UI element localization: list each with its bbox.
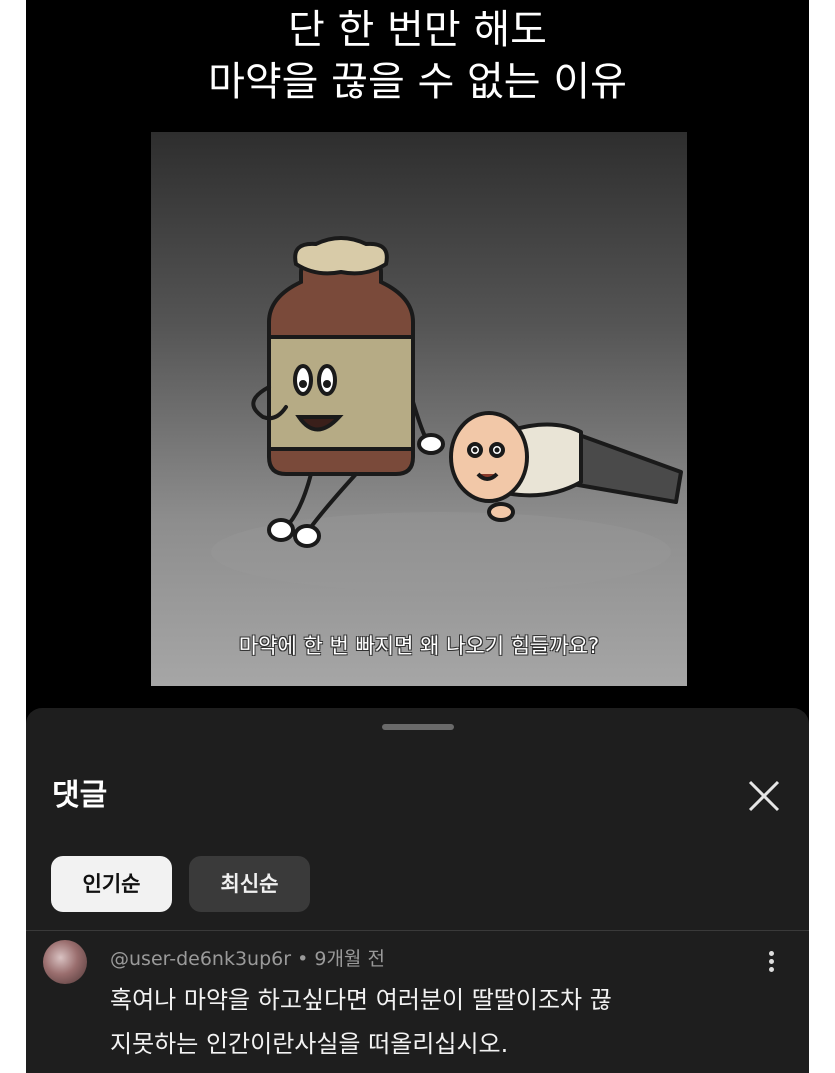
- divider: [26, 930, 809, 931]
- comment-username[interactable]: @user-de6nk3up6r: [110, 948, 291, 970]
- bottle-label: [267, 335, 415, 451]
- video-title: 단 한 번만 해도 마약을 끊을 수 없는 이유: [26, 4, 809, 108]
- shoe-right: [293, 524, 321, 548]
- shoe-left: [267, 518, 295, 542]
- bottle-cap: [293, 236, 389, 276]
- bottle-character: [251, 236, 445, 548]
- comments-sheet: 댓글 인기순 최신순 @user-de6nk3up6r • 9개월 전 혹여나 …: [26, 708, 809, 1073]
- man-hand: [487, 502, 515, 522]
- more-dot-icon: [768, 951, 774, 956]
- comment-line-2: 지못하는 인간이란사실을 떠올리십시오.: [110, 1030, 509, 1058]
- man-mouth: [476, 472, 499, 481]
- crawling-man: [449, 411, 683, 522]
- sort-newest-chip[interactable]: 최신순: [189, 856, 310, 912]
- video-illustration: [211, 236, 683, 592]
- leg-left: [284, 472, 313, 529]
- comment-line-1: 혹여나 마약을 하고싶다면 여러분이 딸딸이조차 끊: [110, 986, 612, 1014]
- close-button[interactable]: [744, 776, 784, 816]
- meta-separator: •: [297, 948, 315, 970]
- avatar[interactable]: [43, 940, 87, 984]
- more-options-button[interactable]: [764, 948, 778, 978]
- more-dot-icon: [768, 959, 774, 964]
- comment-meta: @user-de6nk3up6r • 9개월 전: [110, 944, 385, 971]
- man-head: [449, 411, 529, 503]
- title-line-2: 마약을 끊을 수 없는 이유: [208, 59, 627, 105]
- glove-right: [417, 433, 445, 455]
- comment-text: 혹여나 마약을 하고싶다면 여러분이 딸딸이조차 끊 지못하는 인간이란사실을 …: [110, 978, 790, 1066]
- more-dot-icon: [768, 967, 774, 972]
- video-player[interactable]: 마약에 한 번 빠지면 왜 나오기 힘들까요?: [151, 132, 687, 686]
- video-caption: 마약에 한 번 빠지면 왜 나오기 힘들까요?: [238, 634, 600, 658]
- sort-popular-chip[interactable]: 인기순: [51, 856, 172, 912]
- drag-handle[interactable]: [382, 724, 454, 730]
- title-line-1: 단 한 번만 해도: [288, 7, 547, 53]
- close-icon[interactable]: [744, 776, 784, 816]
- sheet-title: 댓글: [52, 778, 108, 813]
- comment-time: 9개월 전: [314, 948, 385, 970]
- video-frame: 단 한 번만 해도 마약을 끊을 수 없는 이유 마약에 한 번 빠지면 왜 나…: [26, 0, 809, 1073]
